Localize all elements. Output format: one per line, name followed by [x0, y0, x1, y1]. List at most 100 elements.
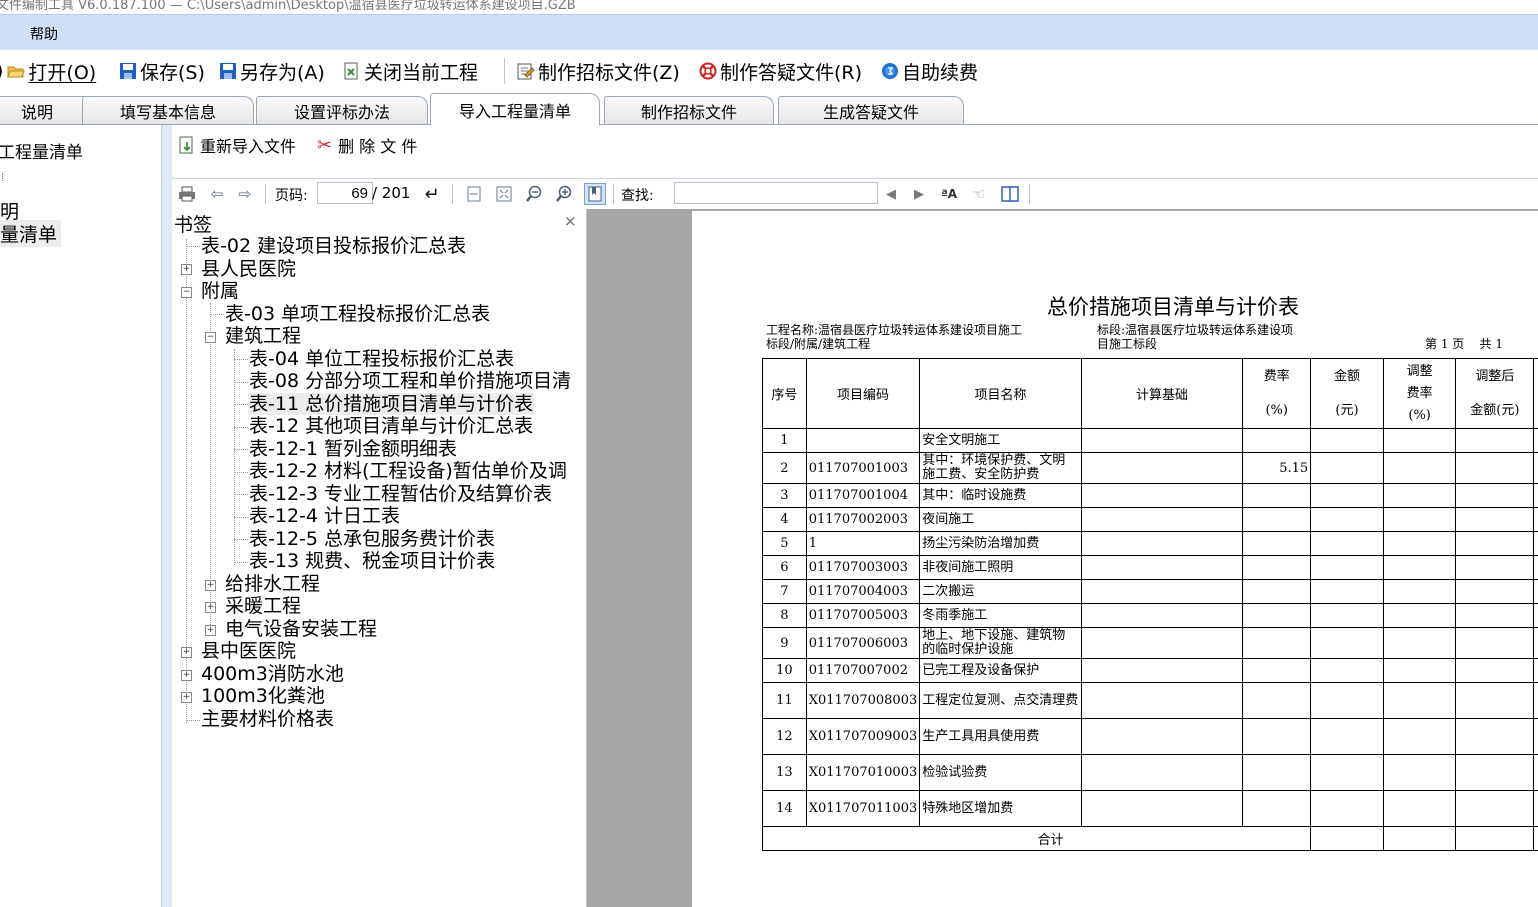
- viewer-separator: [265, 184, 266, 204]
- save-as-button[interactable]: 另存为(A): [219, 58, 325, 84]
- collapse-icon[interactable]: −: [181, 287, 192, 298]
- make-tender-button[interactable]: 制作招标文件(Z): [517, 58, 680, 84]
- menu-help[interactable]: 帮助: [30, 24, 58, 44]
- tree-line: [234, 404, 248, 405]
- tab-import-bill[interactable]: 导入工程量清单: [430, 93, 600, 125]
- row-name: 工程定位复测、点交清理费: [919, 682, 1082, 719]
- bookmark-node[interactable]: 表-03 单项工程投标报价汇总表: [225, 303, 490, 325]
- back-arrow-icon[interactable]: ⇦: [207, 184, 227, 204]
- print-icon[interactable]: [177, 184, 197, 204]
- save-button[interactable]: 保存(S): [119, 58, 205, 84]
- reimport-button[interactable]: 重新导入文件: [178, 133, 296, 157]
- bookmark-node[interactable]: 100m3化粪池: [201, 685, 325, 707]
- delete-file-button[interactable]: ✂ 删 除 文 件: [317, 133, 417, 157]
- row-name: 检验试验费: [919, 754, 1082, 791]
- forward-arrow-icon[interactable]: ⇨: [235, 184, 255, 204]
- bookmark-node[interactable]: 表-12-2 材料(工程设备)暂估单价及调: [249, 460, 583, 482]
- bookmark-close-icon[interactable]: ×: [564, 212, 577, 230]
- row-base: [1080, 718, 1244, 755]
- bookmark-node[interactable]: 表-12-3 专业工程暂估价及结算价表: [249, 483, 552, 505]
- expand-icon[interactable]: +: [205, 580, 216, 591]
- row-overflow: [1533, 452, 1538, 484]
- find-previous-icon[interactable]: ◀: [881, 184, 901, 204]
- bookmark-node[interactable]: 采暖工程: [225, 595, 301, 617]
- bookmark-panel: 书签 × + − − + + + + + + 表-02 建设项目投标报价汇总表 …: [172, 209, 587, 907]
- collapse-icon[interactable]: −: [205, 332, 216, 343]
- zoom-out-icon[interactable]: [524, 184, 544, 204]
- bookmark-node[interactable]: 电气设备安装工程: [225, 618, 377, 640]
- tree-line: [234, 427, 248, 428]
- bookmark-node[interactable]: 县中医医院: [201, 640, 296, 662]
- tree-line: [234, 562, 248, 563]
- bookmark-node[interactable]: 建筑工程: [225, 325, 301, 347]
- header-text: (%): [1265, 402, 1288, 418]
- row-adjusted-amount: [1455, 754, 1535, 791]
- expand-icon[interactable]: +: [181, 647, 192, 658]
- hand-tool-icon[interactable]: ☜: [969, 184, 989, 204]
- bookmark-node-selected[interactable]: 表-11 总价措施项目清单与计价表: [248, 393, 535, 415]
- left-nav-item-bill[interactable]: 量清单: [0, 220, 62, 247]
- row-adjusted-amount: [1455, 627, 1535, 659]
- bookmark-node[interactable]: 表-12-4 计日工表: [249, 505, 400, 527]
- close-project-button[interactable]: 关闭当前工程: [343, 58, 478, 84]
- fit-width-icon[interactable]: [464, 184, 484, 204]
- find-input[interactable]: [674, 182, 878, 204]
- tab-basic-info[interactable]: 填写基本信息: [82, 96, 254, 124]
- table-row: 13 X011707010003 检验试验费: [762, 754, 1538, 791]
- bookmark-node[interactable]: 县人民医院: [201, 258, 296, 280]
- tab-evaluation-method[interactable]: 设置评标办法: [256, 96, 428, 124]
- open-button[interactable]: ) 打开(O): [0, 58, 96, 84]
- header-text: 费率: [1406, 385, 1433, 401]
- row-code: 1: [805, 531, 921, 556]
- bookmark-node[interactable]: 主要材料价格表: [201, 708, 334, 730]
- expand-icon[interactable]: +: [205, 625, 216, 636]
- tree-line: [234, 517, 248, 518]
- row-name: 非夜间施工照明: [919, 555, 1082, 580]
- split-view-icon[interactable]: [1000, 184, 1020, 204]
- row-amount: [1310, 452, 1384, 484]
- row-code: 011707006003: [805, 627, 921, 659]
- bookmark-node[interactable]: 表-12-1 暂列金额明细表: [249, 438, 457, 460]
- bookmark-node[interactable]: 400m3消防水池: [201, 663, 344, 685]
- page-label: 页码:: [275, 188, 308, 204]
- section-name-line: 标段:温宿县医疗垃圾转运体系建设项: [1097, 323, 1294, 337]
- tree-line: [2, 173, 4, 181]
- row-amount: [1310, 531, 1384, 556]
- bookmark-node[interactable]: 表-12-5 总承包服务费计价表: [249, 528, 495, 550]
- expand-icon[interactable]: +: [181, 692, 192, 703]
- row-rate: [1242, 579, 1312, 604]
- expand-icon[interactable]: +: [181, 264, 192, 275]
- header-text: (%): [1408, 407, 1431, 423]
- row-adjusted-amount: [1455, 555, 1535, 580]
- scissors-icon: ✂: [317, 134, 333, 156]
- bookmark-node[interactable]: 附属: [201, 280, 239, 302]
- expand-icon[interactable]: +: [181, 670, 192, 681]
- renew-button[interactable]: 自助续费: [881, 58, 978, 84]
- match-case-icon[interactable]: ªA: [939, 184, 959, 204]
- row-base: [1080, 555, 1244, 580]
- bookmark-node[interactable]: 给排水工程: [225, 573, 320, 595]
- page-number-input[interactable]: [317, 182, 373, 204]
- row-base: [1080, 682, 1244, 719]
- lifebuoy-icon: [699, 62, 717, 80]
- bookmark-node[interactable]: 表-12 其他项目清单与计价汇总表: [249, 415, 533, 437]
- make-qa-button[interactable]: 制作答疑文件(R): [699, 58, 862, 84]
- row-rate: [1242, 555, 1312, 580]
- bookmark-node[interactable]: 表-13 规费、税金项目计价表: [249, 550, 495, 572]
- row-adjusted-rate: [1382, 627, 1457, 659]
- expand-icon[interactable]: +: [205, 602, 216, 613]
- header-code: 项目编码: [805, 358, 921, 429]
- zoom-in-icon[interactable]: [554, 184, 574, 204]
- tab-generate-qa[interactable]: 生成答疑文件: [778, 96, 964, 124]
- go-to-page-icon[interactable]: ↵: [422, 184, 442, 205]
- find-next-icon[interactable]: ▶: [909, 184, 929, 204]
- bookmark-node[interactable]: 表-02 建设项目投标报价汇总表: [201, 235, 466, 257]
- tab-instructions[interactable]: 说明: [0, 96, 94, 124]
- bookmark-node[interactable]: 表-04 单位工程投标报价汇总表: [249, 348, 514, 370]
- row-overflow: [1533, 682, 1538, 719]
- bookmark-node[interactable]: 表-08 分部分项工程和单价措施项目清: [249, 370, 583, 392]
- row-overflow: [1533, 627, 1538, 659]
- fit-page-icon[interactable]: [494, 184, 514, 204]
- bookmark-toggle-icon[interactable]: [584, 183, 606, 205]
- tab-make-tender[interactable]: 制作招标文件: [604, 96, 774, 124]
